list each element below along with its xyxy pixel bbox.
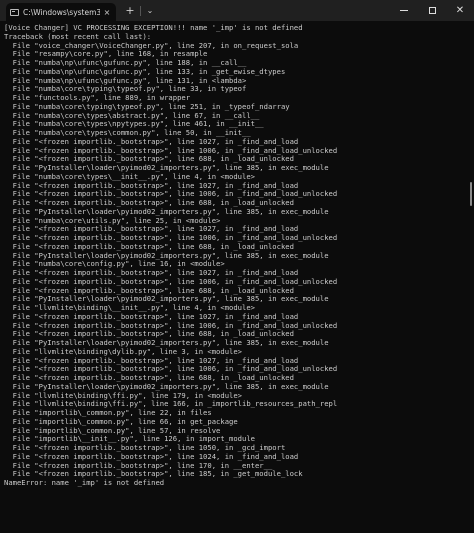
console-line: File "functools.py", line 889, in wrappe… xyxy=(4,94,191,102)
console-line: File "<frozen importlib._bootstrap>", li… xyxy=(4,330,294,339)
console-line: File "numba\core\config.py", line 16, in… xyxy=(4,260,225,269)
tab-title: C:\Windows\system32\cmd.e xyxy=(23,7,100,17)
console-line: File "voice_changer\VoiceChanger.py", li… xyxy=(4,41,299,50)
console-line: File "importlib\_common.py", line 57, in… xyxy=(4,426,221,435)
console-line: File "numba\core\types\common.py", line … xyxy=(4,129,251,137)
tab-divider xyxy=(140,5,141,16)
maximize-button[interactable] xyxy=(418,0,446,21)
console-line: File "numba\core\utils.py", line 25, in … xyxy=(4,216,221,225)
minimize-icon xyxy=(400,10,408,11)
console-line: File "<frozen importlib._bootstrap>", li… xyxy=(4,181,299,190)
console-line: File "<frozen importlib._bootstrap>", li… xyxy=(4,365,338,374)
console-line: [Voice Changer] VC PROCESSING EXCEPTION!… xyxy=(4,24,303,32)
terminal-window: C:\Windows\system32\cmd.e × + ⌄ ✕ [Voice… xyxy=(0,0,474,533)
chevron-down-icon[interactable]: ⌄ xyxy=(143,2,157,20)
console-line: File "PyInstaller\loader\pyimod02_import… xyxy=(4,339,329,347)
console-line: File "importlib\_common.py", line 22, in… xyxy=(4,409,212,417)
console-line: File "llvmlite\binding\ffi.py", line 166… xyxy=(4,400,338,409)
console-line: File "importlib\__init__.py", line 126, … xyxy=(4,435,255,444)
console-line: File "importlib\_common.py", line 66, in… xyxy=(4,417,238,426)
console-line: File "<frozen importlib._bootstrap>", li… xyxy=(4,444,286,452)
console-line: File "PyInstaller\loader\pyimod02_import… xyxy=(4,251,329,260)
console-line: File "<frozen importlib._bootstrap>", li… xyxy=(4,146,338,155)
console-line: File "numba\core\types\npytypes.py", lin… xyxy=(4,120,264,129)
console-line: File "<frozen importlib._bootstrap>", li… xyxy=(4,286,294,295)
console-line: File "<frozen importlib._bootstrap>", li… xyxy=(4,155,294,164)
console-line: File "PyInstaller\loader\pyimod02_import… xyxy=(4,164,329,172)
console-line: File "resampy\core.py", line 168, in res… xyxy=(4,50,208,59)
console-line: File "numba\np\ufunc\gufunc.py", line 13… xyxy=(4,76,247,85)
console-line: Traceback (most recent call last): xyxy=(4,32,152,41)
console-line: File "numba\np\ufunc\gufunc.py", line 18… xyxy=(4,59,247,67)
console-line: File "llvmlite\binding\ffi.py", line 179… xyxy=(4,391,242,400)
close-button[interactable]: ✕ xyxy=(446,0,474,21)
console-line: File "<frozen importlib._bootstrap>", li… xyxy=(4,277,338,286)
console-line: File "<frozen importlib._bootstrap>", li… xyxy=(4,269,299,277)
console-line: File "numba\core\types\__init__.py", lin… xyxy=(4,172,255,181)
console-line: File "<frozen importlib._bootstrap>", li… xyxy=(4,356,299,365)
scrollbar[interactable] xyxy=(470,24,473,529)
console-line: File "<frozen importlib._bootstrap>", li… xyxy=(4,321,338,330)
console-line: File "<frozen importlib._bootstrap>", li… xyxy=(4,234,338,242)
console-line: File "numba\core\types\abstract.py", lin… xyxy=(4,111,260,120)
console-line: File "<frozen importlib._bootstrap>", li… xyxy=(4,225,299,234)
title-bar: C:\Windows\system32\cmd.e × + ⌄ ✕ xyxy=(0,0,474,21)
console-line: File "<frozen importlib._bootstrap>", li… xyxy=(4,190,338,199)
console-line: File "<frozen importlib._bootstrap>", li… xyxy=(4,312,299,321)
window-controls: ✕ xyxy=(390,0,474,21)
console-line: File "<frozen importlib._bootstrap>", li… xyxy=(4,461,273,470)
scrollbar-thumb[interactable] xyxy=(470,182,472,206)
tab-close-icon[interactable]: × xyxy=(102,7,112,17)
console-line: File "<frozen importlib._bootstrap>", li… xyxy=(4,470,303,479)
console-line: File "PyInstaller\loader\pyimod02_import… xyxy=(4,295,329,304)
console-line: File "llvmlite\binding\__init__.py", lin… xyxy=(4,304,255,312)
close-icon: ✕ xyxy=(455,5,465,16)
console-line: File "numba\core\typing\typeof.py", line… xyxy=(4,85,247,94)
console-line: File "<frozen importlib._bootstrap>", li… xyxy=(4,242,294,251)
new-tab-button[interactable]: + xyxy=(122,2,138,20)
console-line: NameError: name '_imp' is not defined xyxy=(4,479,165,487)
console-line: File "numba\np\ufunc\gufunc.py", line 13… xyxy=(4,67,286,76)
maximize-icon xyxy=(428,7,436,14)
tab-cmd[interactable]: C:\Windows\system32\cmd.e × xyxy=(6,3,116,21)
console-line: File "<frozen importlib._bootstrap>", li… xyxy=(4,374,294,382)
console-line: File "<frozen importlib._bootstrap>", li… xyxy=(4,199,294,207)
console-line: File "<frozen importlib._bootstrap>", li… xyxy=(4,137,299,146)
terminal-icon xyxy=(10,8,19,16)
console-line: File "PyInstaller\loader\pyimod02_import… xyxy=(4,207,329,216)
minimize-button[interactable] xyxy=(390,0,418,21)
console-line: File "PyInstaller\loader\pyimod02_import… xyxy=(4,382,329,391)
console-line: File "<frozen importlib._bootstrap>", li… xyxy=(4,452,299,461)
console-line: File "numba\core\typing\typeof.py", line… xyxy=(4,102,290,111)
console-output[interactable]: [Voice Changer] VC PROCESSING EXCEPTION!… xyxy=(4,24,462,529)
console-line: File "llvmlite\binding\dylib.py", line 3… xyxy=(4,347,242,356)
